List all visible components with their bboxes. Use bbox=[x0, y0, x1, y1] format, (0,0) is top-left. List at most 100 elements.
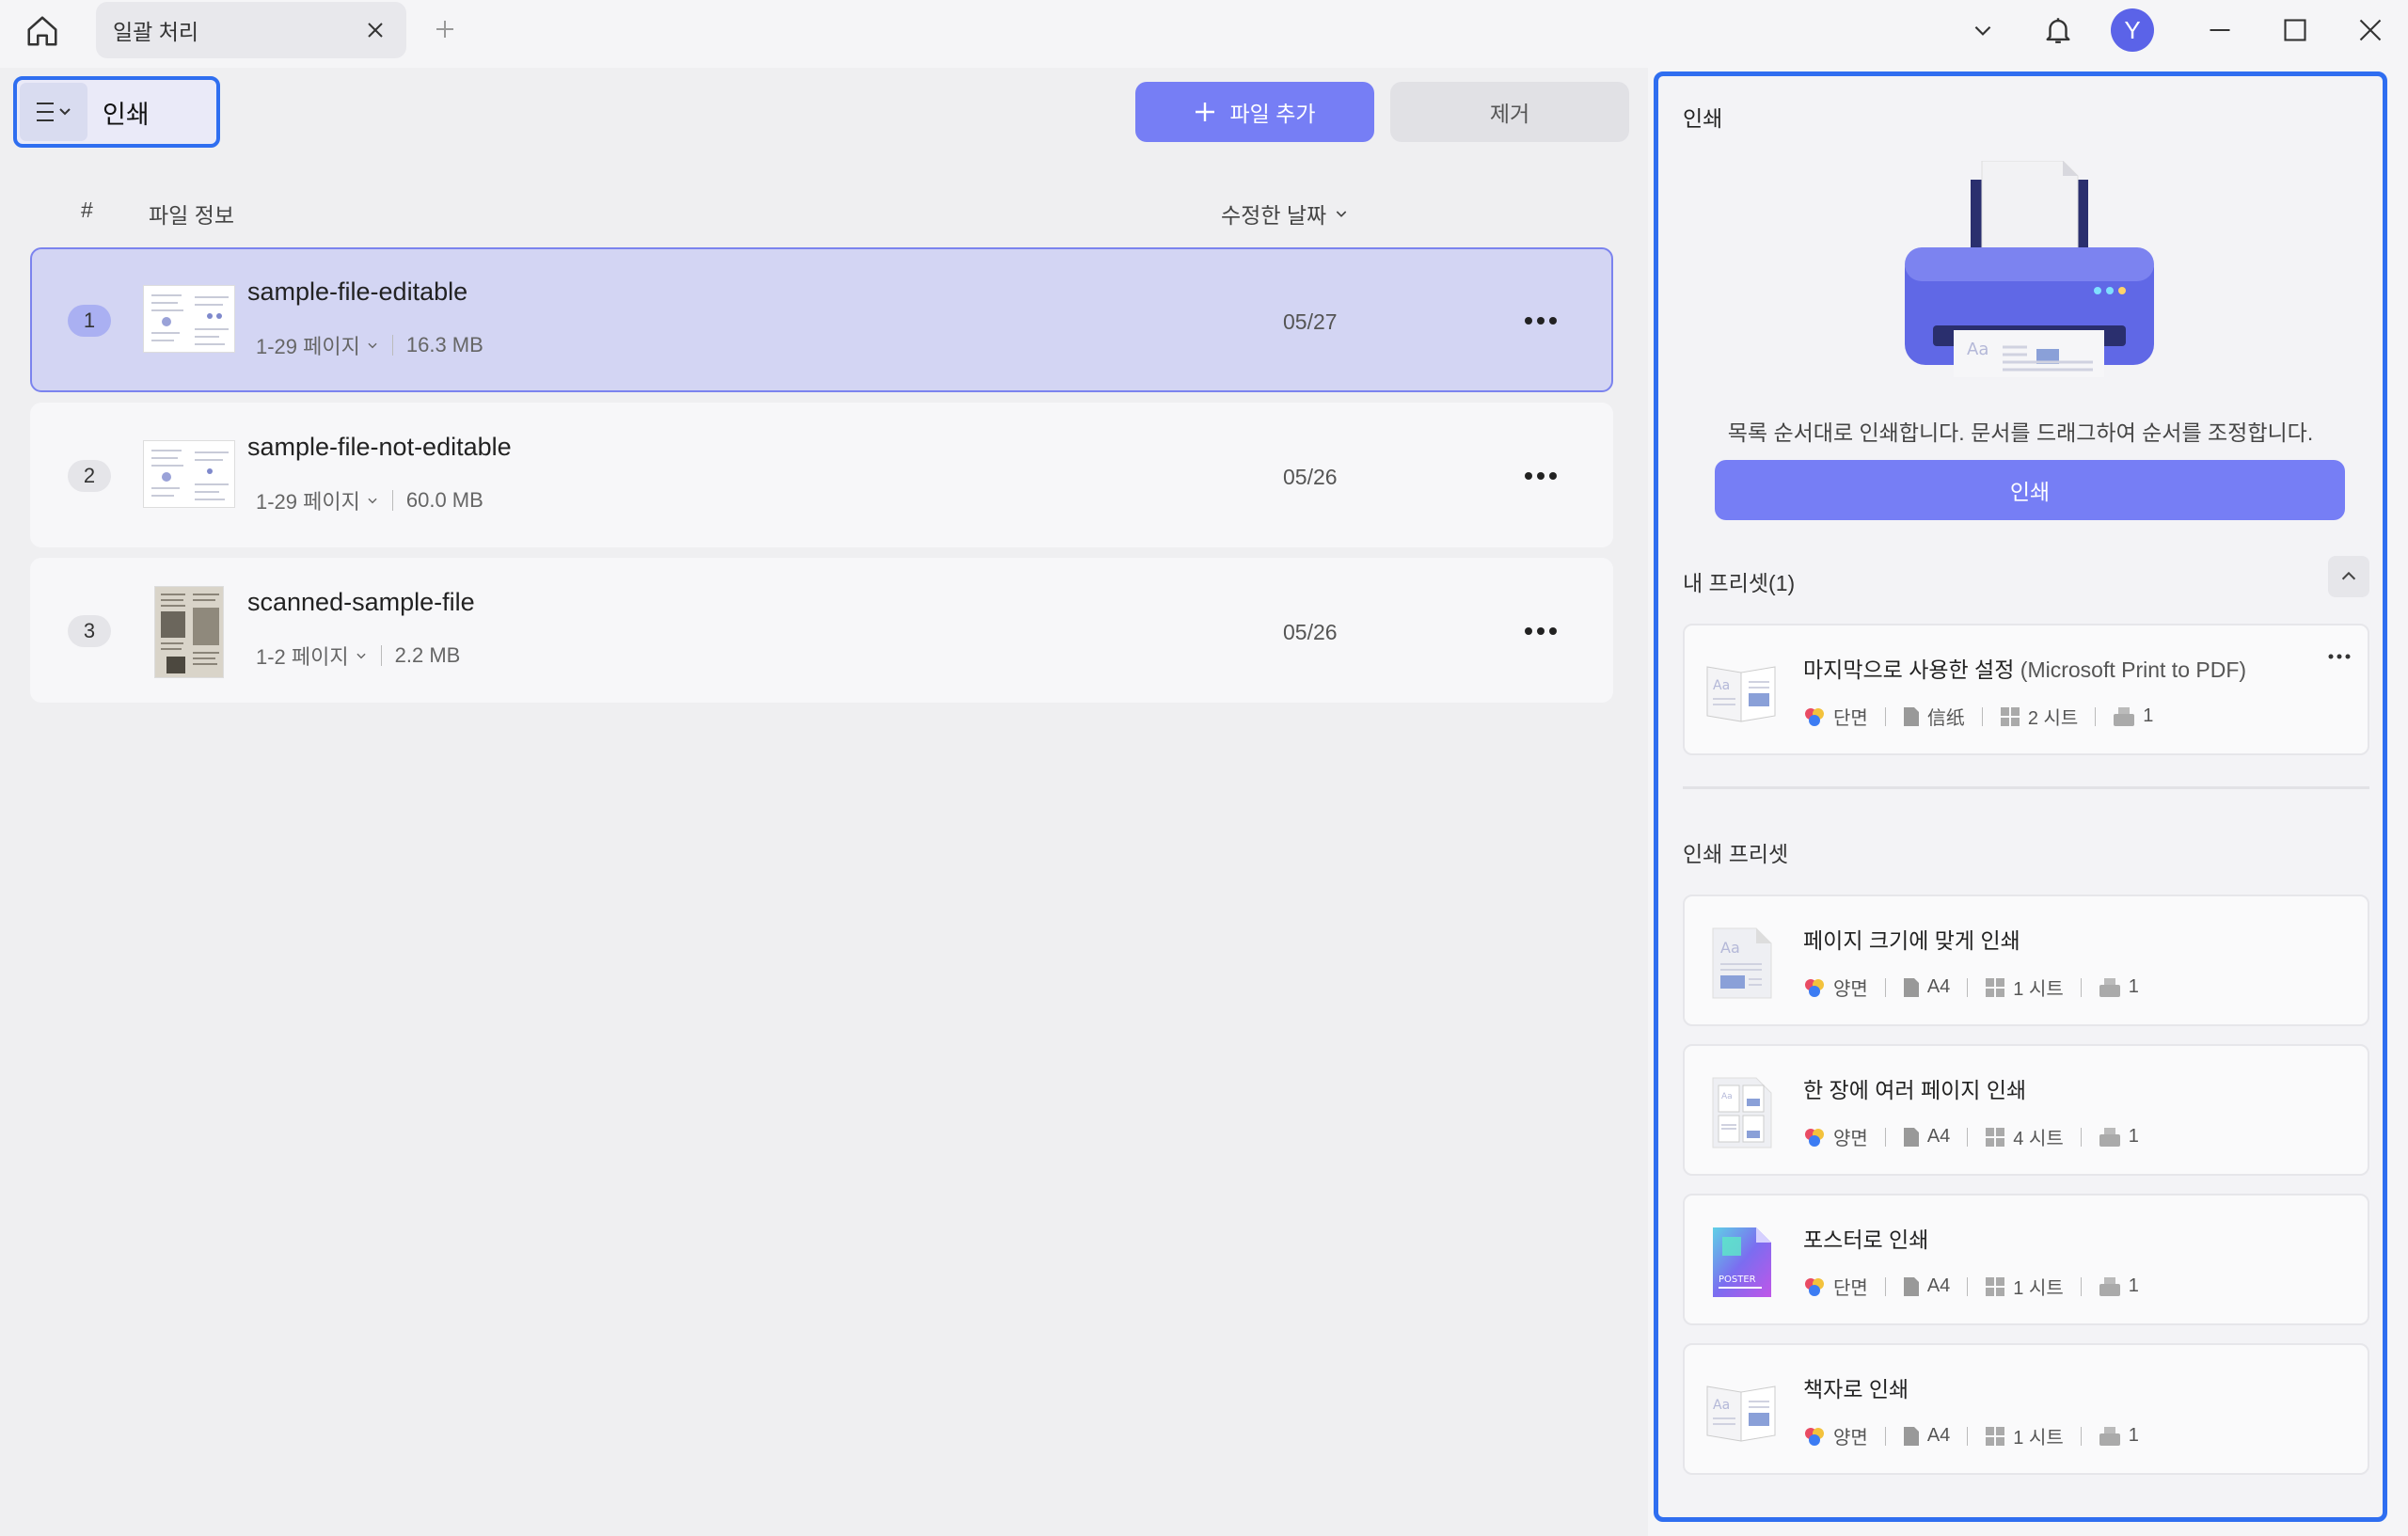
chevron-down-icon bbox=[356, 653, 366, 659]
file-row[interactable]: 2 sample-file-not-editable 1-29 페이지 60.0… bbox=[30, 403, 1613, 547]
document-icon: Aa bbox=[1703, 925, 1779, 1000]
paper-icon bbox=[1903, 1127, 1919, 1147]
divider bbox=[391, 490, 393, 511]
preset-meta: 양면 A4 1 시트 1 bbox=[1803, 974, 2139, 1001]
minimize-icon[interactable] bbox=[2199, 9, 2241, 51]
add-tab-icon[interactable] bbox=[429, 13, 461, 45]
file-thumbnail bbox=[143, 440, 235, 508]
mode-selector[interactable]: 인쇄 bbox=[13, 76, 220, 148]
plus-icon bbox=[1196, 103, 1215, 121]
preset-meta: 단면 信纸 2 시트 1 bbox=[1803, 703, 2153, 730]
chevron-down-icon[interactable] bbox=[1962, 9, 2004, 51]
svg-text:Aa: Aa bbox=[1713, 678, 1730, 693]
preset-card-poster[interactable]: POSTER 포스터로 인쇄 단면 A4 1 시트 1 bbox=[1683, 1194, 2369, 1325]
more-icon[interactable] bbox=[1518, 614, 1563, 648]
copies-icon bbox=[2099, 1127, 2120, 1147]
page-range-dropdown[interactable]: 1-29 페이지 bbox=[256, 330, 379, 360]
page-range-dropdown[interactable]: 1-29 페이지 bbox=[256, 485, 379, 515]
file-meta: 1-2 페이지 2.2 MB bbox=[256, 641, 460, 671]
color-icon bbox=[1805, 707, 1824, 726]
divider bbox=[2080, 977, 2082, 997]
section-divider bbox=[1683, 786, 2369, 789]
print-panel: 인쇄 Aa 목록 순서대로 인쇄합니다. 문서를 드래그하여 순서를 조정합니다… bbox=[1654, 71, 2387, 1522]
preset-paper: A4 bbox=[1926, 1126, 1951, 1147]
avatar[interactable]: Y bbox=[2111, 8, 2154, 52]
panel-description: 목록 순서대로 인쇄합니다. 문서를 드래그하여 순서를 조정합니다. bbox=[1727, 420, 2314, 445]
file-row[interactable]: 3 scanned-sample-file 1-2 페이지 2.2 MB 05/… bbox=[30, 558, 1613, 703]
book-icon: Aa bbox=[1703, 1373, 1779, 1449]
preset-card-multiple-pages[interactable]: Aa 한 장에 여러 페이지 인쇄 양면 A4 4 시트 1 bbox=[1683, 1044, 2369, 1176]
copies-icon bbox=[2114, 706, 2135, 726]
file-thumbnail bbox=[154, 586, 224, 678]
file-size: 2.2 MB bbox=[394, 643, 461, 667]
printer-illustration: Aa bbox=[1905, 160, 2154, 377]
preset-card-last-used[interactable]: Aa 마지막으로 사용한 설정 (Microsoft Print to PDF)… bbox=[1683, 624, 2369, 755]
preset-sheets: 2 시트 bbox=[2027, 708, 2079, 729]
preset-sides: 단면 bbox=[1833, 1278, 1868, 1299]
color-icon bbox=[1805, 978, 1824, 997]
divider bbox=[1967, 1426, 1969, 1446]
column-modified-date-label: 수정한 날짜 bbox=[1221, 203, 1327, 228]
divider bbox=[1884, 1127, 1886, 1147]
tab-label: 일괄 처리 bbox=[113, 20, 199, 44]
file-thumbnail bbox=[143, 285, 235, 353]
close-icon[interactable] bbox=[361, 16, 389, 44]
poster-icon: POSTER bbox=[1703, 1224, 1779, 1299]
copies-icon bbox=[2099, 1426, 2120, 1446]
file-size: 16.3 MB bbox=[405, 333, 483, 356]
divider bbox=[2080, 1276, 2082, 1296]
page-range: 1-29 페이지 bbox=[256, 490, 360, 514]
tab-batch[interactable]: 일괄 처리 bbox=[96, 2, 406, 58]
more-icon[interactable] bbox=[1518, 304, 1563, 338]
title-bar: 일괄 처리 Y bbox=[0, 0, 2408, 62]
divider bbox=[1967, 1276, 1969, 1296]
chevron-up-icon[interactable] bbox=[2328, 556, 2369, 597]
preset-card-booklet[interactable]: Aa 책자로 인쇄 양면 A4 1 시트 1 bbox=[1683, 1343, 2369, 1475]
divider bbox=[380, 645, 382, 666]
file-meta: 1-29 페이지 60.0 MB bbox=[256, 485, 483, 515]
divider bbox=[2095, 706, 2097, 726]
sheet-grid-icon bbox=[1986, 1426, 2005, 1446]
poster-icon-text: POSTER bbox=[1719, 1275, 1756, 1285]
remove-button[interactable]: 제거 bbox=[1390, 82, 1629, 142]
preset-title: 한 장에 여러 페이지 인쇄 bbox=[1803, 1078, 2027, 1102]
menu-icon[interactable] bbox=[20, 83, 87, 141]
divider bbox=[1967, 1127, 1969, 1147]
maximize-icon[interactable] bbox=[2274, 9, 2316, 51]
file-name: scanned-sample-file bbox=[247, 588, 475, 616]
copies-icon bbox=[2099, 977, 2120, 997]
list-header: # 파일 정보 수정한 날짜 bbox=[0, 190, 1648, 228]
sheet-grid-icon bbox=[1986, 1276, 2005, 1296]
divider bbox=[391, 335, 393, 356]
preset-sheets: 1 시트 bbox=[2013, 979, 2064, 1000]
column-modified-date[interactable]: 수정한 날짜 bbox=[1221, 198, 1349, 230]
preset-paper: A4 bbox=[1926, 976, 1951, 997]
preset-sides: 단면 bbox=[1833, 708, 1868, 729]
preset-sheets: 4 시트 bbox=[2013, 1129, 2064, 1149]
more-icon[interactable] bbox=[1518, 459, 1563, 493]
preset-title: 책자로 인쇄 bbox=[1803, 1377, 1909, 1401]
mode-label: 인쇄 bbox=[103, 100, 150, 129]
file-row[interactable]: 1 sample-file-editable 1-29 페이지 16.3 MB … bbox=[30, 247, 1613, 392]
add-file-button[interactable]: 파일 추가 bbox=[1135, 82, 1374, 142]
divider bbox=[1884, 1426, 1886, 1446]
bell-icon[interactable] bbox=[2037, 9, 2079, 51]
paper-icon bbox=[1903, 1276, 1919, 1296]
preset-name: 마지막으로 사용한 설정 bbox=[1803, 657, 2015, 682]
preset-title: 포스터로 인쇄 bbox=[1803, 1227, 1929, 1252]
file-date: 05/26 bbox=[1283, 465, 1338, 489]
file-list-panel: 인쇄 파일 추가 제거 # 파일 정보 수정한 날짜 1 sample-file… bbox=[0, 68, 1648, 1536]
close-window-icon[interactable] bbox=[2350, 9, 2391, 51]
row-number: 3 bbox=[68, 615, 111, 647]
print-button[interactable]: 인쇄 bbox=[1715, 460, 2345, 520]
divider bbox=[2080, 1426, 2082, 1446]
page-range-dropdown[interactable]: 1-2 페이지 bbox=[256, 641, 368, 671]
preset-copies: 1 bbox=[2128, 1425, 2139, 1446]
more-icon[interactable] bbox=[2321, 642, 2358, 671]
divider bbox=[2080, 1127, 2082, 1147]
file-date: 05/27 bbox=[1283, 309, 1338, 334]
row-number: 2 bbox=[68, 460, 111, 492]
add-file-label: 파일 추가 bbox=[1229, 102, 1316, 126]
home-icon[interactable] bbox=[23, 11, 62, 51]
preset-card-fit-page[interactable]: Aa 페이지 크기에 맞게 인쇄 양면 A4 1 시트 1 bbox=[1683, 895, 2369, 1026]
